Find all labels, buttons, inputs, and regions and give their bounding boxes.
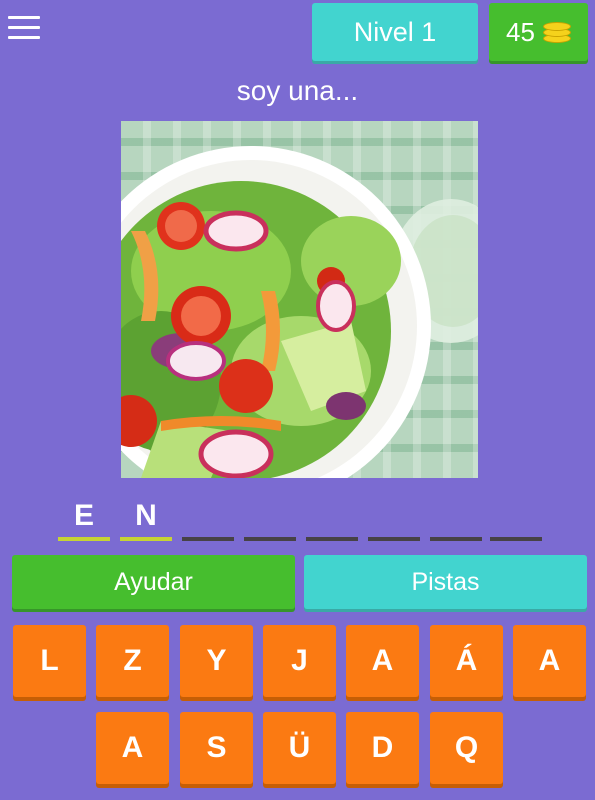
answer-letter: E <box>73 499 94 532</box>
letter-key[interactable]: A <box>96 712 169 784</box>
answer-slot[interactable] <box>490 495 542 541</box>
letter-key[interactable]: D <box>346 712 419 784</box>
level-label: Nivel 1 <box>353 16 437 47</box>
answer-slot[interactable]: N <box>120 495 172 541</box>
letter-key[interactable]: S <box>180 712 253 784</box>
question-text: soy una... <box>236 75 359 106</box>
letter-key[interactable]: Á <box>430 625 503 697</box>
hamburger-menu-icon[interactable] <box>8 16 40 46</box>
hints-button[interactable]: Pistas <box>304 555 587 609</box>
answer-slot[interactable]: E <box>58 495 110 541</box>
answer-slot[interactable] <box>182 495 234 541</box>
answer-letter: N <box>135 499 157 532</box>
puzzle-image <box>121 121 478 478</box>
letter-key[interactable]: J <box>263 625 336 697</box>
coins-badge[interactable]: 45 <box>489 3 588 61</box>
answer-slot[interactable] <box>430 495 482 541</box>
letter-key[interactable]: Y <box>180 625 253 697</box>
letter-key[interactable]: A <box>513 625 586 697</box>
answer-slot[interactable] <box>306 495 358 541</box>
coin-stack-icon <box>542 20 571 44</box>
answer-slots: E N <box>58 495 542 541</box>
letter-key[interactable]: Q <box>430 712 503 784</box>
letter-key[interactable]: L <box>13 625 86 697</box>
answer-slot[interactable] <box>244 495 296 541</box>
letter-key[interactable]: A <box>346 625 419 697</box>
help-button[interactable]: Ayudar <box>12 555 295 609</box>
answer-slot[interactable] <box>368 495 420 541</box>
level-badge[interactable]: Nivel 1 <box>312 3 478 61</box>
coin-count: 45 <box>506 16 535 47</box>
letter-key[interactable]: Z <box>96 625 169 697</box>
letter-key[interactable]: Ü <box>263 712 336 784</box>
